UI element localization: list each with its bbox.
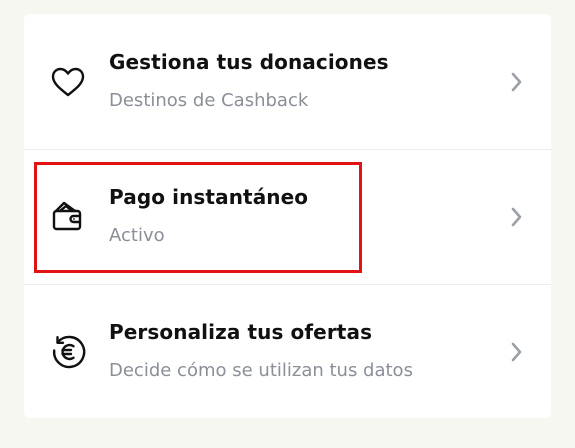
row-donations[interactable]: Gestiona tus donaciones Destinos de Cash… bbox=[24, 14, 551, 149]
wallet-icon bbox=[48, 197, 88, 237]
row-subtitle: Decide cómo se utilizan tus datos bbox=[109, 360, 413, 381]
euro-refresh-icon bbox=[48, 332, 88, 372]
chevron-right-icon bbox=[507, 71, 525, 93]
row-title: Pago instantáneo bbox=[109, 185, 309, 209]
row-personalize-offers[interactable]: Personaliza tus ofertas Decide cómo se u… bbox=[24, 284, 551, 419]
row-subtitle: Activo bbox=[109, 225, 165, 246]
chevron-right-icon bbox=[507, 206, 525, 228]
row-title: Gestiona tus donaciones bbox=[109, 50, 389, 74]
row-title: Personaliza tus ofertas bbox=[109, 320, 373, 344]
heart-icon bbox=[48, 62, 88, 102]
chevron-right-icon bbox=[507, 341, 525, 363]
row-subtitle: Destinos de Cashback bbox=[109, 90, 309, 111]
row-instant-payment[interactable]: Pago instantáneo Activo bbox=[24, 149, 551, 284]
settings-card: Gestiona tus donaciones Destinos de Cash… bbox=[24, 14, 551, 418]
